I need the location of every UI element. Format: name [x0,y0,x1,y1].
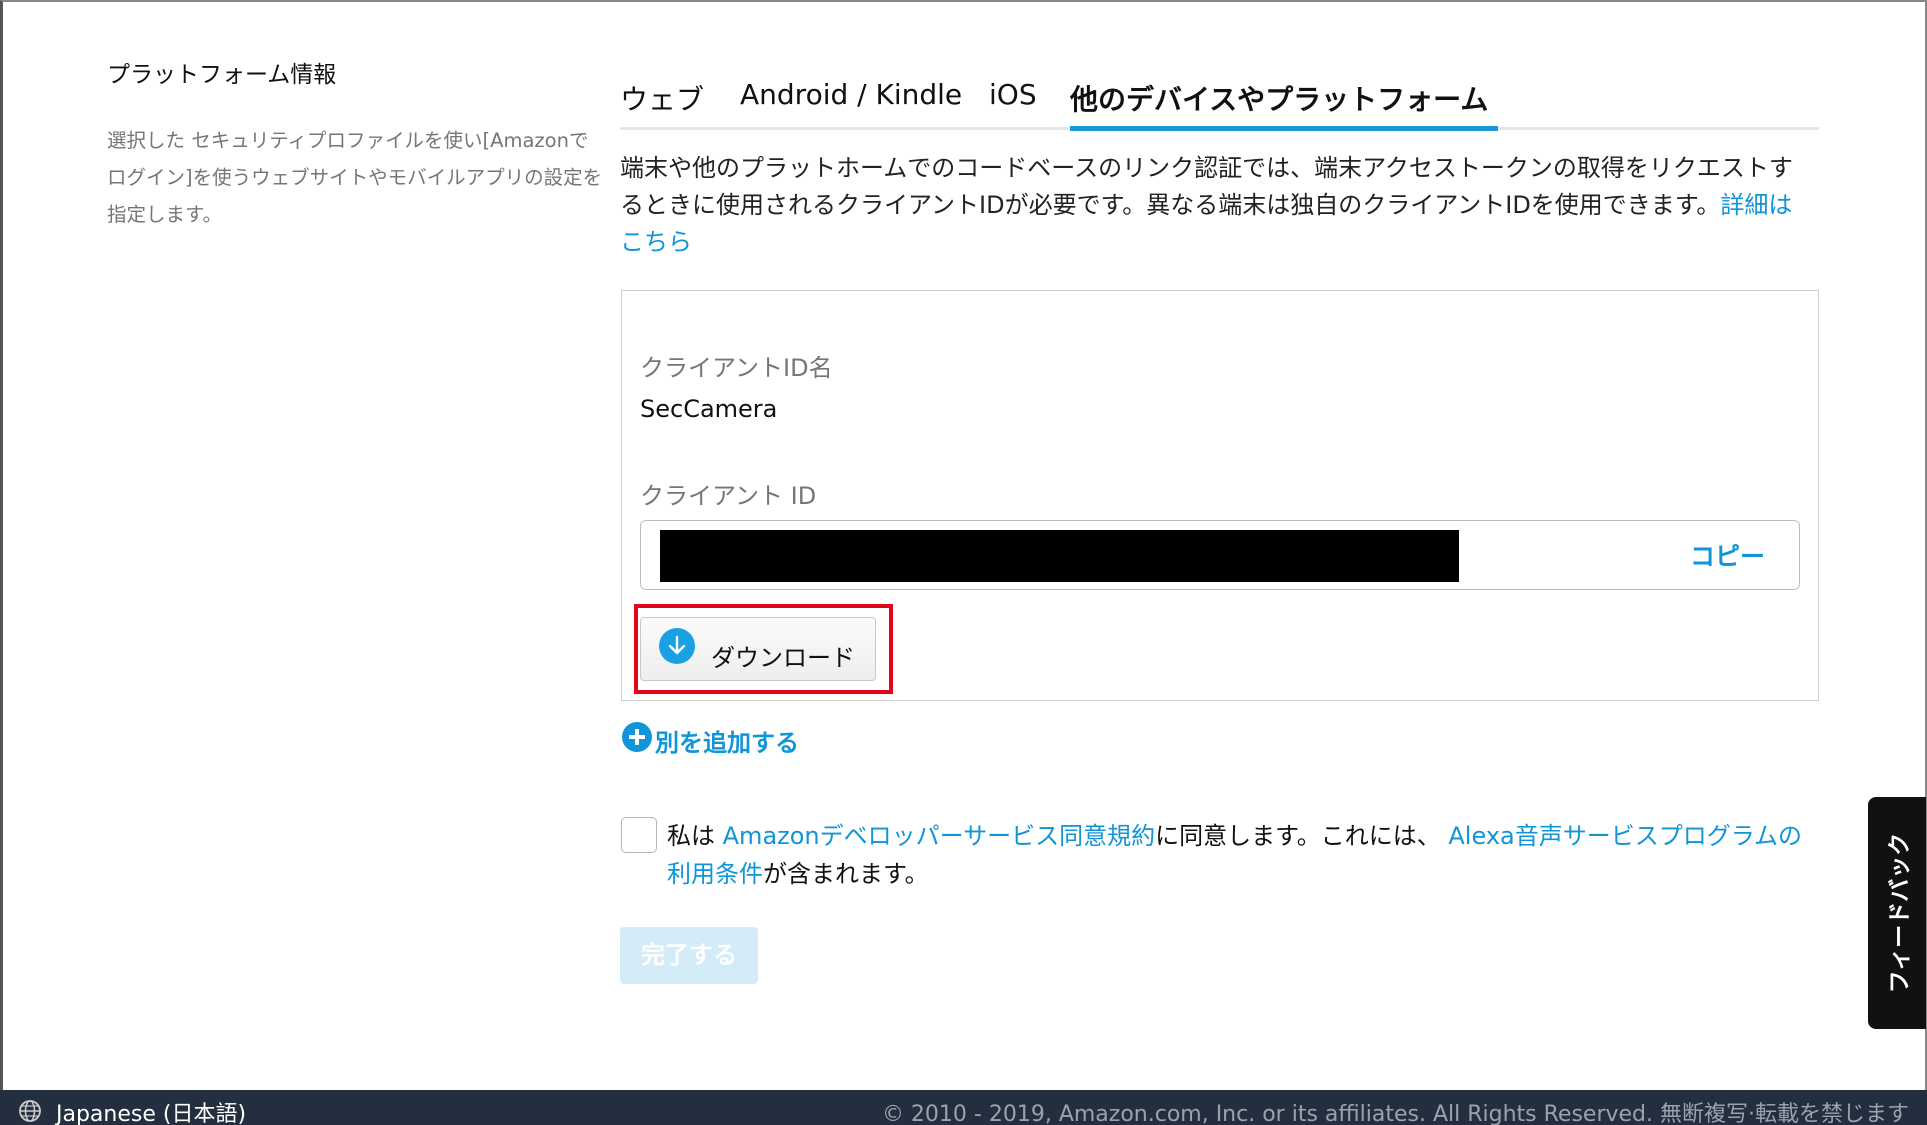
globe-icon [19,1100,41,1122]
download-label: ダウンロード [711,644,855,672]
plus-circle-icon [622,722,652,752]
client-id-field[interactable]: コピー [640,520,1800,590]
section-title: プラットフォーム情報 [107,62,337,88]
client-name-value: SecCamera [640,395,778,423]
tab-android-kindle[interactable]: Android / Kindle [740,78,962,111]
download-icon [659,628,695,664]
download-button[interactable]: ダウンロード [640,617,876,681]
feedback-label: フィードバック [1887,832,1913,994]
client-id-redacted [660,530,1459,582]
intro-body: 端末や他のプラットホームでのコードベースのリンク認証では、端末アクセストークンの… [620,154,1793,219]
tab-web[interactable]: ウェブ [620,78,704,118]
agreement-text: 私は Amazonデベロッパーサービス同意規約に同意します。これには、 Alex… [667,817,1817,893]
agreement-suffix: が含まれます。 [763,860,929,888]
add-another-label: 別を追加する [655,729,799,757]
client-name-label: クライアントID名 [640,354,833,382]
footer: Japanese (日本語) © 2010 - 2019, Amazon.com… [0,1090,1927,1125]
tab-other-devices[interactable]: 他のデバイスやプラットフォーム [1070,78,1488,118]
copy-button[interactable]: コピー [1690,537,1765,573]
finish-button[interactable]: 完了する [620,927,758,984]
intro-text: 端末や他のプラットホームでのコードベースのリンク認証では、端末アクセストークンの… [620,150,1815,261]
agreement-middle: に同意します。これには、 [1155,822,1449,850]
developer-agreement-link[interactable]: Amazonデベロッパーサービス同意規約 [723,822,1156,850]
active-tab-indicator [1070,126,1498,131]
tab-ios[interactable]: iOS [989,78,1037,111]
language-selector[interactable]: Japanese (日本語) [56,1096,246,1125]
section-description: 選択した セキュリティプロファイルを使い[Amazonでログイン]を使うウェブサ… [107,129,603,226]
feedback-tab[interactable]: フィードバック [1868,797,1926,1029]
client-id-panel: クライアントID名 SecCamera クライアント ID コピー ダウンロード [621,290,1819,701]
agreement-prefix: 私は [667,822,723,850]
client-id-label: クライアント ID [640,482,817,510]
copyright-text: © 2010 - 2019, Amazon.com, Inc. or its a… [881,1102,1909,1125]
agreement-checkbox[interactable] [621,817,657,853]
